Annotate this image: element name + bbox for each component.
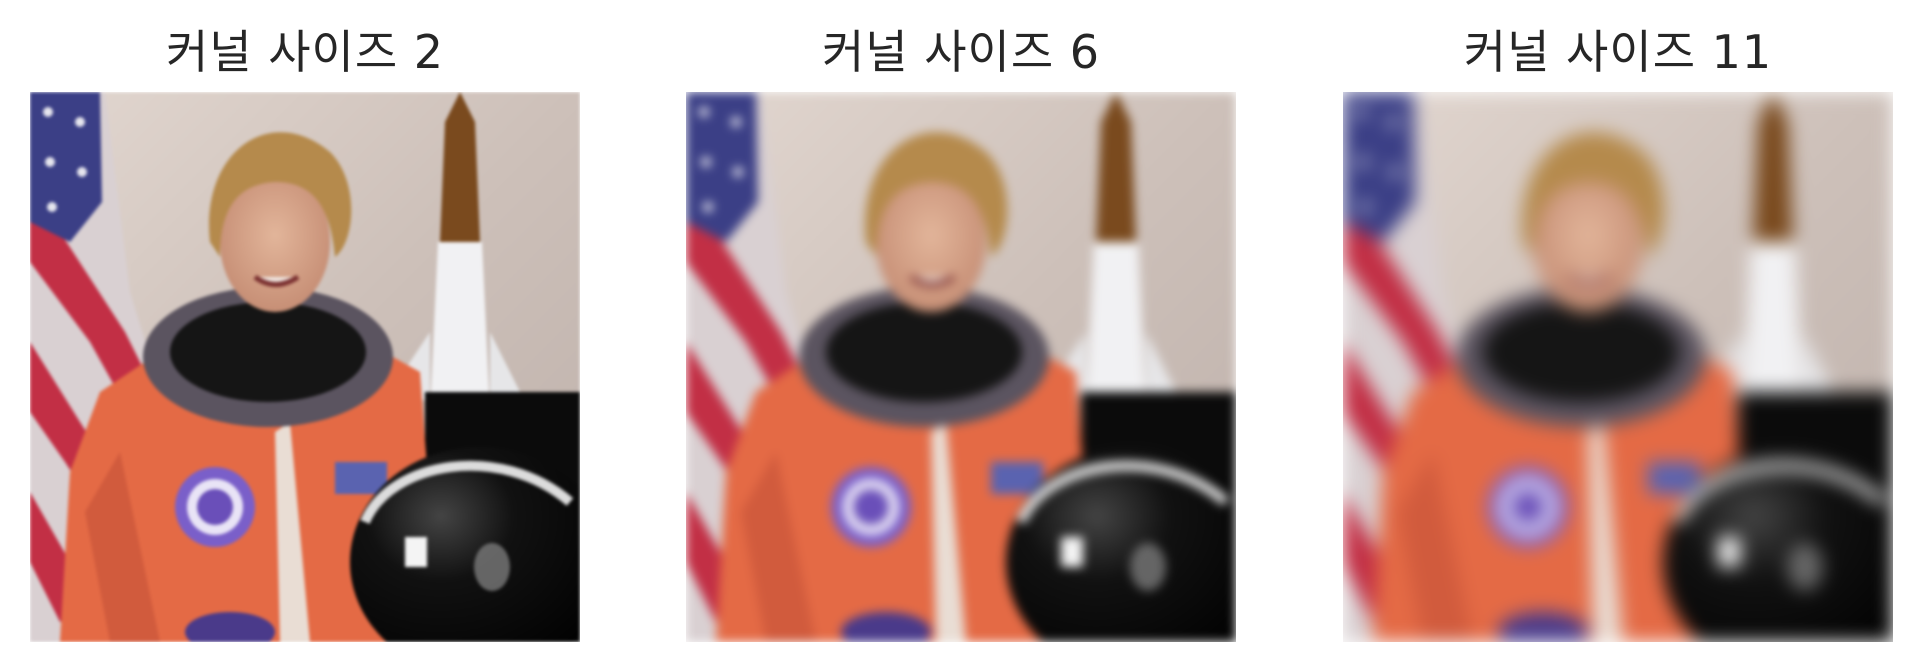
panel-kernel-6: 커널 사이즈 6 — [686, 0, 1236, 670]
panel-kernel-11: 커널 사이즈 11 — [1343, 0, 1893, 670]
blurred-image-kernel-6 — [686, 92, 1236, 642]
name-patch — [1648, 462, 1700, 494]
panel-title: 커널 사이즈 2 — [165, 25, 445, 79]
blurred-image-kernel-2 — [30, 92, 580, 642]
blurred-image-kernel-11 — [1343, 92, 1893, 642]
panel-title: 커널 사이즈 11 — [1463, 25, 1773, 79]
name-patch — [991, 462, 1043, 494]
panel-kernel-2: 커널 사이즈 2 — [30, 0, 580, 670]
name-patch — [335, 462, 387, 494]
panel-title: 커널 사이즈 6 — [821, 25, 1101, 79]
